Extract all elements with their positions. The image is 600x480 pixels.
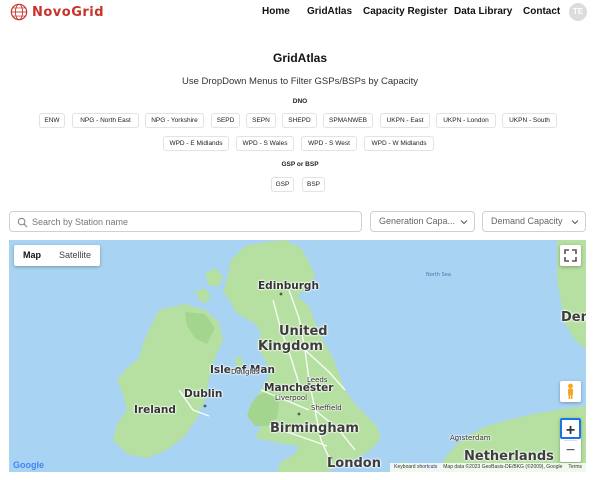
page-subtitle: Use DropDown Menus to Filter GSPs/BSPs b… (181, 76, 418, 87)
zoom-out-button[interactable]: − (560, 440, 581, 461)
nav-capacity-register[interactable]: Capacity Register (363, 6, 447, 17)
terms-link[interactable]: Terms (568, 463, 582, 472)
map-label-edinburgh: Edinburgh (258, 280, 319, 292)
gsp-chip[interactable]: GSP (271, 177, 294, 192)
user-avatar[interactable]: TE (569, 3, 587, 21)
fullscreen-button[interactable] (560, 245, 581, 266)
map-label-amsterdam: Amsterdam (450, 434, 491, 442)
dno-chip-wpd-w-midlands[interactable]: WPD - W Midlands (364, 136, 434, 151)
dno-chip-npg-yorkshire[interactable]: NPG - Yorkshire (145, 113, 204, 128)
nav-data-library[interactable]: Data Library (454, 6, 512, 17)
map-label-birmingham: Birmingham (270, 421, 359, 436)
demand-capacity-label: Demand Capacity (491, 216, 563, 226)
map-attribution: Keyboard shortcuts Map data ©2023 GeoBas… (390, 463, 586, 472)
top-navbar: NovoGrid Home GridAtlas Capacity Registe… (0, 0, 600, 26)
map-type-map-button[interactable]: Map (14, 245, 50, 266)
map-label-sheffield: Sheffield (311, 404, 342, 412)
street-view-pegman[interactable] (560, 381, 581, 402)
search-icon (17, 217, 28, 228)
bsp-chip[interactable]: BSP (302, 177, 325, 192)
gsp-bsp-label: GSP or BSP (281, 161, 319, 168)
keyboard-shortcuts-link[interactable]: Keyboard shortcuts (394, 463, 437, 472)
map-type-toggle: Map Satellite (14, 245, 101, 266)
map-label-douglas: Douglas (231, 368, 260, 376)
generation-capacity-label: Generation Capa... (379, 216, 456, 226)
map-type-satellite-button[interactable]: Satellite (50, 245, 100, 266)
dno-chip-ukpn-london[interactable]: UKPN - London (436, 113, 496, 128)
map-label-kingdom: Kingdom (258, 339, 323, 354)
map-label-united: United (279, 324, 328, 339)
brand-name: NovoGrid (32, 4, 105, 20)
map-label-leeds: Leeds (307, 376, 328, 384)
pegman-icon (568, 383, 573, 399)
map-label-north-sea: North Sea (426, 272, 451, 278)
map-label-liverpool: Liverpool (275, 394, 308, 402)
globe-logo-icon (10, 3, 28, 21)
dno-chip-sepd[interactable]: SEPD (211, 113, 240, 128)
brand-logo[interactable]: NovoGrid (10, 3, 104, 21)
page-title: GridAtlas (272, 51, 327, 65)
map-label-london: London (327, 456, 381, 471)
dno-chip-shepd[interactable]: SHEPD (282, 113, 317, 128)
dno-chip-wpd-s-wales[interactable]: WPD - S Wales (236, 136, 294, 151)
map-label-netherlands: Netherlands (464, 449, 554, 464)
google-logo[interactable]: Google (13, 460, 44, 470)
zoom-controls: + − (560, 418, 581, 462)
google-logo-text: Google (13, 460, 44, 470)
dno-chip-ukpn-east[interactable]: UKPN - East (380, 113, 430, 128)
map-label-dublin: Dublin (184, 388, 223, 400)
chevron-down-icon (460, 220, 468, 225)
dno-chip-ukpn-south[interactable]: UKPN - South (502, 113, 557, 128)
fullscreen-icon (564, 249, 577, 262)
map-view[interactable]: Map Satellite + − North Sea Edinburgh Un… (9, 240, 586, 472)
dno-label: DNO (292, 98, 308, 105)
dno-chip-sepn[interactable]: SEPN (246, 113, 276, 128)
generation-capacity-select[interactable]: Generation Capa... (370, 211, 475, 232)
dno-chip-enw[interactable]: ENW (39, 113, 65, 128)
zoom-in-button[interactable]: + (560, 418, 581, 439)
chevron-down-icon (571, 220, 579, 225)
search-input[interactable] (32, 214, 352, 229)
map-data-credit: Map data ©2023 GeoBasis-DE/BKG (©2009), … (443, 464, 563, 470)
nav-contact[interactable]: Contact (523, 6, 560, 17)
map-label-ireland: Ireland (134, 404, 176, 416)
dno-chip-wpd-e-midlands[interactable]: WPD - E Midlands (163, 136, 229, 151)
map-canvas[interactable] (9, 240, 586, 472)
nav-gridatlas[interactable]: GridAtlas (307, 6, 352, 17)
dno-chip-spmanweb[interactable]: SPMANWEB (323, 113, 373, 128)
map-label-denmark-partial: Den (561, 310, 586, 325)
station-search[interactable] (9, 211, 362, 232)
nav-home[interactable]: Home (262, 6, 290, 17)
dno-chip-npg-north-east[interactable]: NPG - North East (72, 113, 139, 128)
demand-capacity-select[interactable]: Demand Capacity (482, 211, 586, 232)
dno-chip-wpd-s-west[interactable]: WPD - S West (301, 136, 357, 151)
